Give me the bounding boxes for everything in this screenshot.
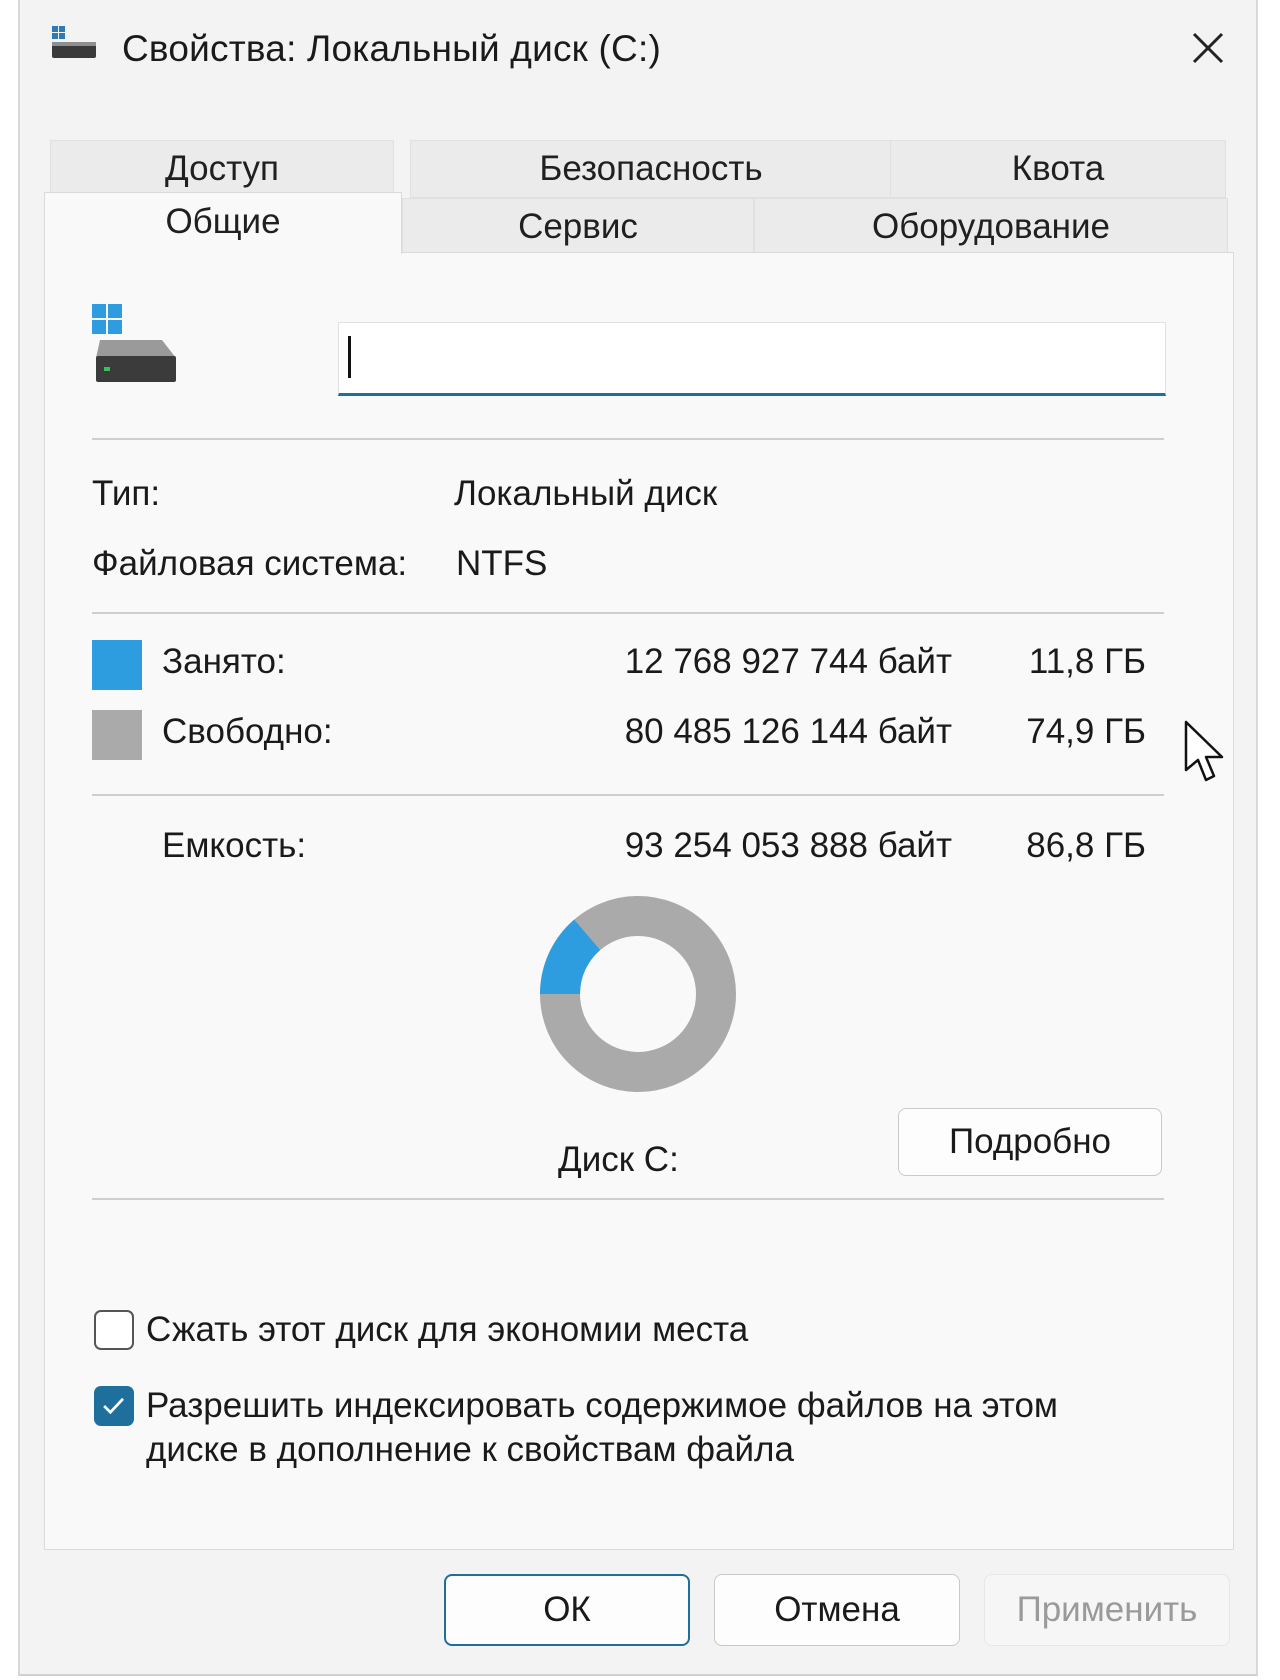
title-bar: Свойства: Локальный диск (C:) [20,0,1256,110]
used-label: Занято: [162,642,286,681]
drive-icon [52,26,96,58]
details-button[interactable]: Подробно [898,1108,1162,1176]
tab-quota[interactable]: Квота [890,140,1226,198]
close-icon[interactable] [1180,20,1236,76]
free-size: 74,9 ГБ [1026,712,1146,751]
tab-security[interactable]: Безопасность [410,140,892,198]
index-label-line2: диске в дополнение к свойствам файла [146,1430,794,1469]
type-label: Тип: [92,474,161,513]
tab-tools[interactable]: Сервис [402,198,754,256]
capacity-size: 86,8 ГБ [1026,826,1146,865]
filesystem-label: Файловая система: [92,544,408,583]
separator [92,438,1164,440]
ok-button[interactable]: ОК [444,1574,690,1646]
separator [92,794,1164,796]
mouse-cursor-icon [1184,720,1224,782]
tab-general[interactable]: Общие [44,192,402,254]
compress-label: Сжать этот диск для экономии места [146,1310,749,1349]
disk-label: Диск C: [558,1140,679,1179]
used-size: 11,8 ГБ [1028,642,1146,681]
tab-hardware[interactable]: Оборудование [754,198,1228,256]
type-value: Локальный диск [454,474,718,513]
used-bytes: 12 768 927 744 байт [624,642,952,681]
capacity-label: Емкость: [162,826,307,865]
index-label-line1: Разрешить индексировать содержимое файло… [146,1386,1058,1425]
free-bytes: 80 485 126 144 байт [624,712,952,751]
separator [92,1198,1164,1200]
window-title: Свойства: Локальный диск (C:) [122,28,661,69]
apply-button[interactable]: Применить [984,1574,1230,1646]
compress-checkbox[interactable] [94,1310,134,1350]
properties-window: Свойства: Локальный диск (C:) Доступ Без… [18,0,1258,1676]
free-color-swatch [92,710,142,760]
disk-usage-donut [540,896,736,1092]
capacity-bytes: 93 254 053 888 байт [624,826,952,865]
used-color-swatch [92,640,142,690]
filesystem-value: NTFS [456,544,548,583]
index-checkbox[interactable] [94,1386,134,1426]
cancel-button[interactable]: Отмена [714,1574,960,1646]
tab-access[interactable]: Доступ [50,140,394,198]
drive-name-input[interactable] [338,322,1166,396]
text-caret [348,336,351,378]
checkmark-icon [103,1397,124,1415]
separator [92,612,1164,614]
free-label: Свободно: [162,712,333,751]
drive-icon [92,304,176,382]
